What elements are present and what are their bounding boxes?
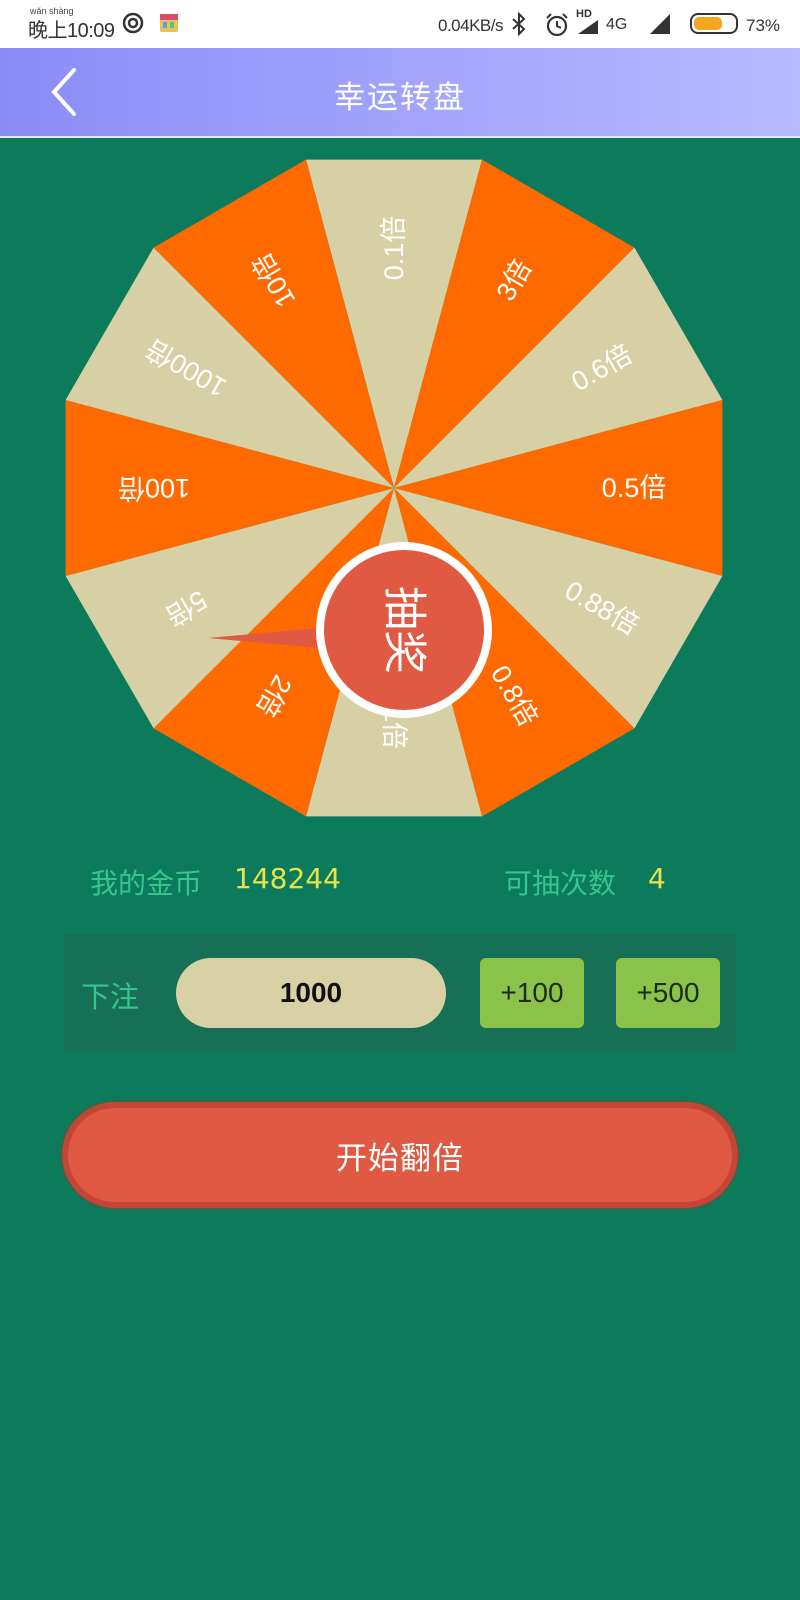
status-bar: wǎn shàng 晚上10:09 0.04KB/s HD 4G 73% (0, 0, 800, 48)
network-speed: 0.04KB/s (438, 16, 504, 35)
battery-percent: 73% (746, 16, 781, 35)
draw-button[interactable]: 抽奖 (316, 542, 492, 718)
add-100-button[interactable]: +100 (480, 958, 584, 1028)
bluetooth-icon (512, 12, 526, 36)
signal-icon (578, 20, 598, 34)
wheel-segment-label: 0.1倍 (379, 216, 409, 281)
coins-value: 148244 (234, 862, 341, 895)
wheel-graphic: 0.1倍 3倍0.6倍0.5倍0.88倍0.8倍1倍2倍5倍100倍1000倍10… (65, 159, 723, 817)
battery-icon (690, 13, 738, 34)
status-time: 晚上10:09 (28, 20, 115, 42)
bet-label: 下注 (81, 980, 140, 1014)
draws-value: 4 (648, 862, 666, 895)
bet-amount-input[interactable] (176, 958, 446, 1028)
app-notification-icon (160, 14, 178, 32)
weibo-icon (122, 12, 144, 34)
battery-level (694, 17, 723, 30)
draw-button-label: 抽奖 (379, 586, 430, 674)
network-type: 4G (606, 16, 628, 33)
start-double-button[interactable]: 开始翻倍 (62, 1102, 738, 1208)
alarm-icon (546, 13, 568, 37)
bet-panel: 下注 +100 +500 (64, 934, 736, 1052)
wheel-segment-label: 0.5倍 (602, 473, 667, 503)
title-bar: 幸运转盘 (0, 48, 800, 138)
add-500-button[interactable]: +500 (616, 958, 720, 1028)
page-title: 幸运转盘 (334, 80, 466, 116)
wheel-segment-label: 100倍 (118, 473, 190, 503)
draws-label: 可抽次数 (504, 867, 617, 900)
lucky-wheel: 0.1倍 3倍 0.6倍 0.5倍 0.88倍 0.8倍 1倍 2倍 5倍 100倍 1000倍 10… (0, 138, 800, 858)
coins-label: 我的金币 (90, 867, 203, 900)
signal-icon-2 (650, 14, 670, 34)
